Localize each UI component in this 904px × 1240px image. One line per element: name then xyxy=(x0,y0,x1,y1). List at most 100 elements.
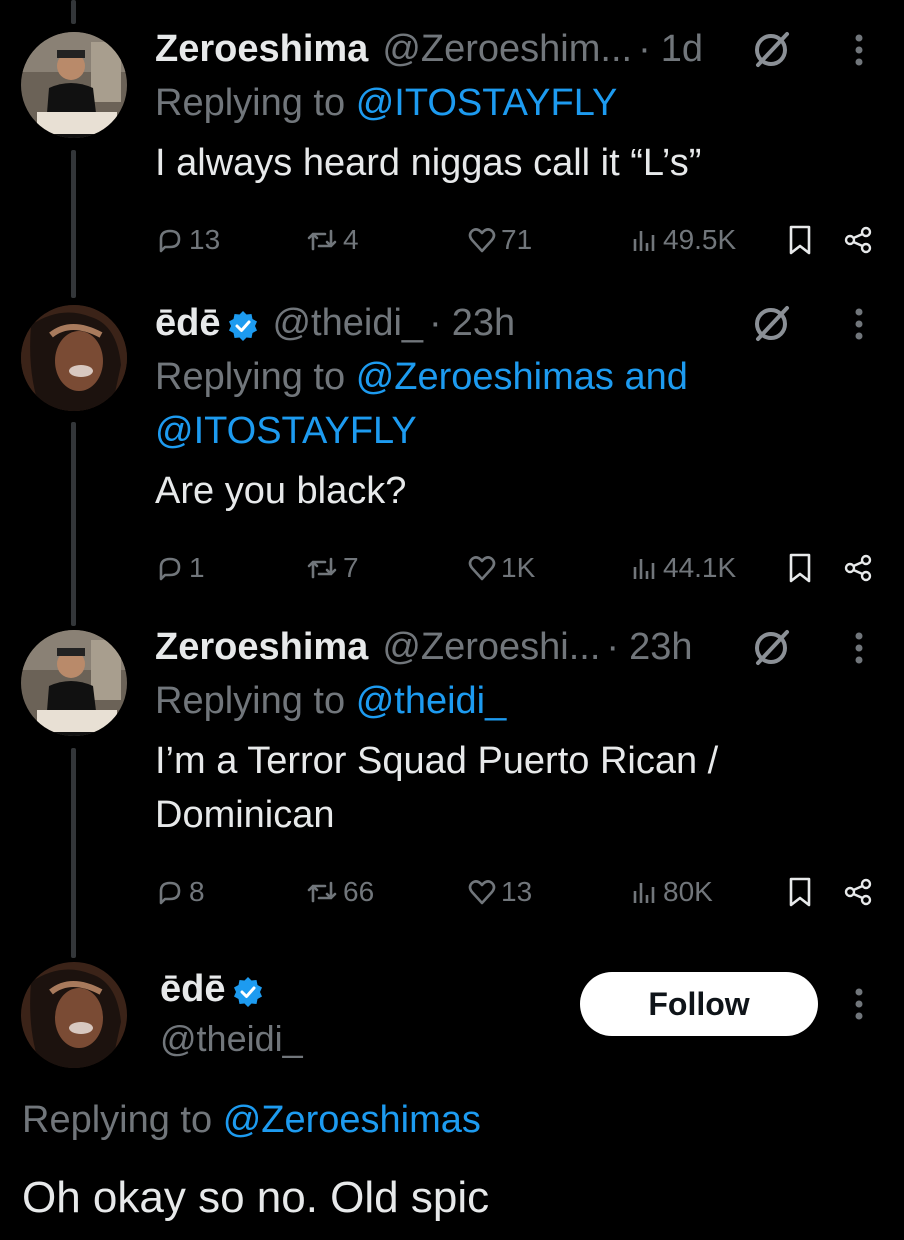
views-icon xyxy=(633,559,655,579)
tweet-header: Zeroeshima @Zeroeshim... · 1d xyxy=(155,22,882,76)
grok-icon[interactable] xyxy=(749,28,793,72)
main-tweet-author: ēdē @theidi_ xyxy=(160,964,303,1064)
thread-line-top xyxy=(71,0,76,24)
replying-prefix: Replying to xyxy=(22,1099,213,1141)
like-button[interactable]: 71 xyxy=(467,220,532,260)
timestamp[interactable]: 23h xyxy=(629,626,692,669)
views-button[interactable]: 80K xyxy=(629,872,713,912)
views-button[interactable]: 44.1K xyxy=(629,548,736,588)
follow-button[interactable]: Follow xyxy=(580,972,818,1036)
repost-button[interactable]: 4 xyxy=(305,220,359,260)
handle[interactable]: @theidi_ xyxy=(160,1014,303,1064)
more-icon[interactable] xyxy=(849,628,869,668)
tweet-text-line: Dominican xyxy=(155,794,335,836)
like-icon xyxy=(468,556,496,581)
bookmark-button[interactable] xyxy=(787,872,817,912)
share-button[interactable] xyxy=(843,548,877,588)
replying-to: Replying to @Zeroeshimas and xyxy=(155,350,882,404)
replying-prefix: Replying to xyxy=(155,680,346,722)
like-count: 13 xyxy=(501,876,533,907)
repost-icon xyxy=(307,881,337,903)
reply-tweet[interactable]: Zeroeshima @Zeroeshim... · 1d Replying t… xyxy=(155,22,882,260)
like-button[interactable]: 1K xyxy=(467,548,535,588)
tweet-text: I always heard niggas call it “L’s” xyxy=(155,142,702,184)
avatar[interactable] xyxy=(21,32,127,138)
action-bar: 8 66 13 80K xyxy=(155,872,882,912)
bookmark-button[interactable] xyxy=(787,220,817,260)
replying-to: Replying to @ITOSTAYFLY xyxy=(155,76,882,130)
thread-line-2 xyxy=(71,422,76,626)
grok-icon[interactable] xyxy=(749,302,793,346)
mention-link[interactable]: @Zeroeshimas xyxy=(223,1099,481,1141)
avatar[interactable] xyxy=(21,962,127,1068)
views-icon xyxy=(633,883,655,903)
separator-dot: · xyxy=(606,625,620,668)
reply-tweet[interactable]: ēdē @theidi_ · 23h Replying to @Zeroeshi… xyxy=(155,296,882,588)
repost-button[interactable]: 66 xyxy=(305,872,374,912)
reply-button[interactable]: 13 xyxy=(155,220,220,260)
reply-icon xyxy=(159,229,181,253)
more-icon[interactable] xyxy=(849,984,869,1024)
bookmark-icon xyxy=(789,877,811,907)
bookmark-icon xyxy=(789,225,811,255)
mention-link[interactable]: @ITOSTAYFLY xyxy=(356,82,618,124)
display-name[interactable]: Zeroeshima xyxy=(155,626,368,669)
timestamp[interactable]: 23h xyxy=(452,302,515,345)
separator-dot: · xyxy=(638,27,651,70)
tweet-text: I’m a Terror Squad Puerto Rican / Domini… xyxy=(155,734,882,842)
like-icon xyxy=(468,228,496,253)
repost-icon xyxy=(307,229,337,251)
replying-to-continued: @ITOSTAYFLY xyxy=(155,404,882,458)
display-name[interactable]: Zeroeshima xyxy=(155,28,368,71)
avatar[interactable] xyxy=(21,305,127,411)
like-count: 71 xyxy=(501,224,533,255)
display-name[interactable]: ēdē xyxy=(155,302,220,345)
views-count: 49.5K xyxy=(663,224,737,255)
mention-link[interactable]: @ITOSTAYFLY xyxy=(155,410,417,452)
mention-link[interactable]: @theidi_ xyxy=(356,680,507,722)
tweet-text: Are you black? xyxy=(155,470,407,512)
like-icon xyxy=(468,880,496,905)
reply-tweet[interactable]: Zeroeshima @Zeroeshi... · 23h Replying t… xyxy=(155,620,882,912)
repost-button[interactable]: 7 xyxy=(305,548,359,588)
reply-icon xyxy=(159,881,181,905)
views-icon xyxy=(633,231,655,251)
handle[interactable]: @theidi_ xyxy=(272,302,423,345)
action-bar: 1 7 1K 44.1K xyxy=(155,548,882,588)
replying-to: Replying to @theidi_ xyxy=(155,674,882,728)
grok-icon[interactable] xyxy=(749,626,793,670)
bookmark-button[interactable] xyxy=(787,548,817,588)
separator-dot: · xyxy=(429,301,442,344)
like-count: 1K xyxy=(501,552,536,583)
views-count: 80K xyxy=(663,876,713,907)
handle[interactable]: @Zeroeshi... xyxy=(382,626,600,669)
views-count: 44.1K xyxy=(663,552,737,583)
reply-icon xyxy=(159,557,181,581)
share-button[interactable] xyxy=(843,220,877,260)
reply-count: 8 xyxy=(189,876,205,907)
more-icon[interactable] xyxy=(849,30,869,70)
reply-button[interactable]: 8 xyxy=(155,872,205,912)
action-bar: 13 4 71 49.5K xyxy=(155,220,882,260)
replying-prefix: Replying to xyxy=(155,356,346,398)
views-button[interactable]: 49.5K xyxy=(629,220,736,260)
avatar[interactable] xyxy=(21,630,127,736)
display-name[interactable]: ēdē xyxy=(160,968,225,1011)
like-button[interactable]: 13 xyxy=(467,872,532,912)
share-icon xyxy=(844,878,872,906)
share-icon xyxy=(844,554,872,582)
main-tweet-text: Oh okay so no. Old spic xyxy=(22,1173,490,1222)
handle[interactable]: @Zeroeshim... xyxy=(382,28,632,71)
more-icon[interactable] xyxy=(849,304,869,344)
repost-count: 4 xyxy=(343,224,359,255)
timestamp[interactable]: 1d xyxy=(661,28,703,71)
reply-button[interactable]: 1 xyxy=(155,548,205,588)
tweet-text-line: I’m a Terror Squad Puerto Rican / xyxy=(155,740,719,782)
thread-line-3 xyxy=(71,748,76,958)
mention-link[interactable]: @Zeroeshimas and xyxy=(356,356,688,398)
replying-to: Replying to @Zeroeshimas xyxy=(22,1093,481,1147)
replying-prefix: Replying to xyxy=(155,82,346,124)
tweet-header: Zeroeshima @Zeroeshi... · 23h xyxy=(155,620,882,674)
share-button[interactable] xyxy=(843,872,877,912)
verified-badge-icon xyxy=(233,974,263,1007)
